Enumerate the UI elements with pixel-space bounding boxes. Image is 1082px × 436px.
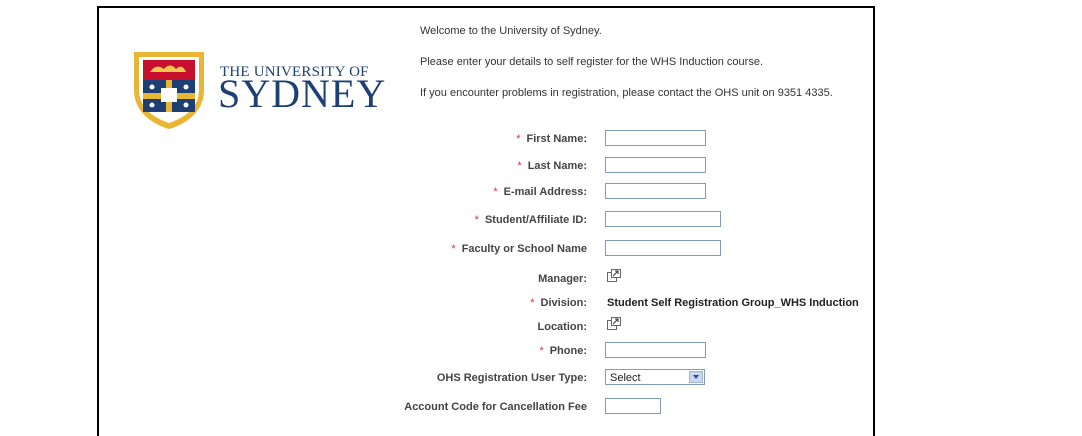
chevron-down-icon[interactable] [689,371,703,383]
email-row: * E-mail Address: [400,183,870,203]
required-marker: * [517,160,522,172]
faculty-row: * Faculty or School Name [400,240,870,260]
first-name-input[interactable] [605,130,706,146]
manager-lookup-icon[interactable] [607,269,621,282]
manager-row: Manager: [400,269,870,290]
required-marker: * [474,214,479,226]
manager-label: Manager: [538,273,587,285]
student-id-row: * Student/Affiliate ID: [400,211,870,231]
first-name-row: * First Name: [400,130,870,150]
student-id-input[interactable] [605,211,721,227]
phone-input[interactable] [605,342,706,358]
user-type-select[interactable]: Select [605,369,705,385]
required-marker: * [451,243,456,255]
first-name-label: * First Name: [516,133,587,145]
faculty-input[interactable] [605,240,721,256]
university-crest-icon [134,52,204,129]
required-marker: * [493,186,498,198]
division-label: * Division: [530,297,587,309]
user-type-row: OHS Registration User Type: Select [400,369,870,389]
location-label: Location: [537,321,588,333]
location-lookup-icon[interactable] [607,317,621,330]
required-marker: * [530,297,535,309]
last-name-row: * Last Name: [400,157,870,177]
last-name-label: * Last Name: [517,160,587,172]
required-marker: * [539,345,544,357]
phone-label: * Phone: [539,345,587,357]
user-type-selected-value: Select [610,372,641,384]
contact-text: If you encounter problems in registratio… [420,87,833,99]
account-code-label: Account Code for Cancellation Fee [404,401,587,413]
student-id-label: * Student/Affiliate ID: [474,214,587,226]
account-code-row: Account Code for Cancellation Fee [400,398,870,418]
welcome-text: Welcome to the University of Sydney. [420,25,602,37]
location-row: Location: [400,317,870,338]
division-row: * Division: Student Self Registration Gro… [400,294,870,314]
user-type-label: OHS Registration User Type: [436,372,587,384]
account-code-input[interactable] [605,398,661,414]
phone-row: * Phone: [400,342,870,362]
email-label: * E-mail Address: [493,186,587,198]
email-input[interactable] [605,183,706,199]
last-name-input[interactable] [605,157,706,173]
faculty-label: * Faculty or School Name [451,243,587,255]
instructions-text: Please enter your details to self regist… [420,56,763,68]
university-name-line2: SYDNEY [218,71,387,116]
division-value: Student Self Registration Group_WHS Indu… [607,297,859,309]
required-marker: * [516,133,521,145]
university-logo: THE UNIVERSITY OF SYDNEY [132,50,385,130]
